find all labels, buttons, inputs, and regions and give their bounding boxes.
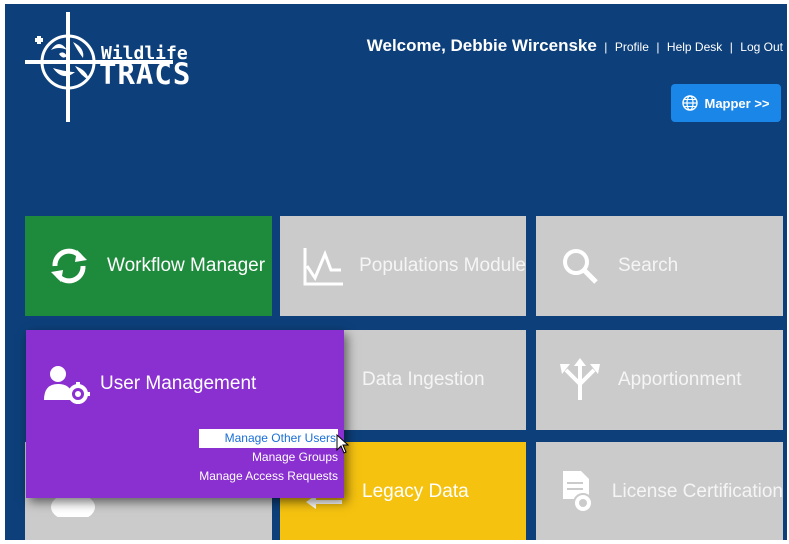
log-out-link[interactable]: Log Out <box>740 40 783 54</box>
globe-icon <box>682 95 699 111</box>
tile-label: Apportionment <box>618 369 742 390</box>
welcome-text: Welcome, Debbie Wircenske <box>366 36 597 55</box>
tile-label: Legacy Data <box>362 481 469 502</box>
mouse-cursor-icon <box>336 434 350 454</box>
tile-label: License Certification <box>611 481 783 502</box>
tile-label: Data Ingestion <box>362 369 485 390</box>
tile-workflow-manager[interactable]: Workflow Manager <box>25 216 272 316</box>
users-gear-icon <box>44 366 90 404</box>
logo-text-tracs: TRACS <box>99 57 192 91</box>
user-management-header[interactable]: User Management <box>44 364 256 404</box>
mapper-label: Mapper >> <box>704 95 770 111</box>
tile-apportionment[interactable]: Apportionment <box>536 330 783 430</box>
separator: | <box>656 40 660 54</box>
certificate-icon <box>554 466 600 518</box>
profile-link[interactable]: Profile <box>615 40 649 54</box>
mapper-button[interactable]: Mapper >> <box>671 84 781 122</box>
separator: | <box>729 40 733 54</box>
tile-label: Workflow Manager <box>107 255 266 276</box>
app-canvas: Wildlife TRACS Welcome, Debbie Wircenske… <box>5 4 787 540</box>
help-desk-link[interactable]: Help Desk <box>667 40 722 54</box>
wildlife-tracs-logo[interactable]: Wildlife TRACS <box>23 10 198 125</box>
user-management-title: User Management <box>100 373 257 394</box>
manage-access-requests-item[interactable]: Manage Access Requests <box>199 467 338 486</box>
tile-label: Search <box>618 255 679 276</box>
separator: | <box>604 40 608 54</box>
user-management-menu[interactable]: User Management Manage Other Users Manag… <box>26 330 344 498</box>
tile-license-certification[interactable]: License Certification <box>536 442 783 540</box>
user-management-submenu: Manage Other Users Manage Groups Manage … <box>199 429 338 486</box>
tile-search[interactable]: Search <box>536 216 783 316</box>
split-arrows-icon <box>554 354 606 406</box>
tile-label: Populations Module <box>359 255 526 276</box>
user-topbar: Welcome, Debbie Wircenske | Profile | He… <box>367 36 783 56</box>
search-icon <box>554 240 606 292</box>
line-chart-icon <box>298 240 347 292</box>
manage-groups-item[interactable]: Manage Groups <box>199 448 338 467</box>
manage-other-users-item[interactable]: Manage Other Users <box>199 429 338 448</box>
tile-populations-module[interactable]: Populations Module <box>280 216 526 316</box>
refresh-icon <box>43 240 95 292</box>
